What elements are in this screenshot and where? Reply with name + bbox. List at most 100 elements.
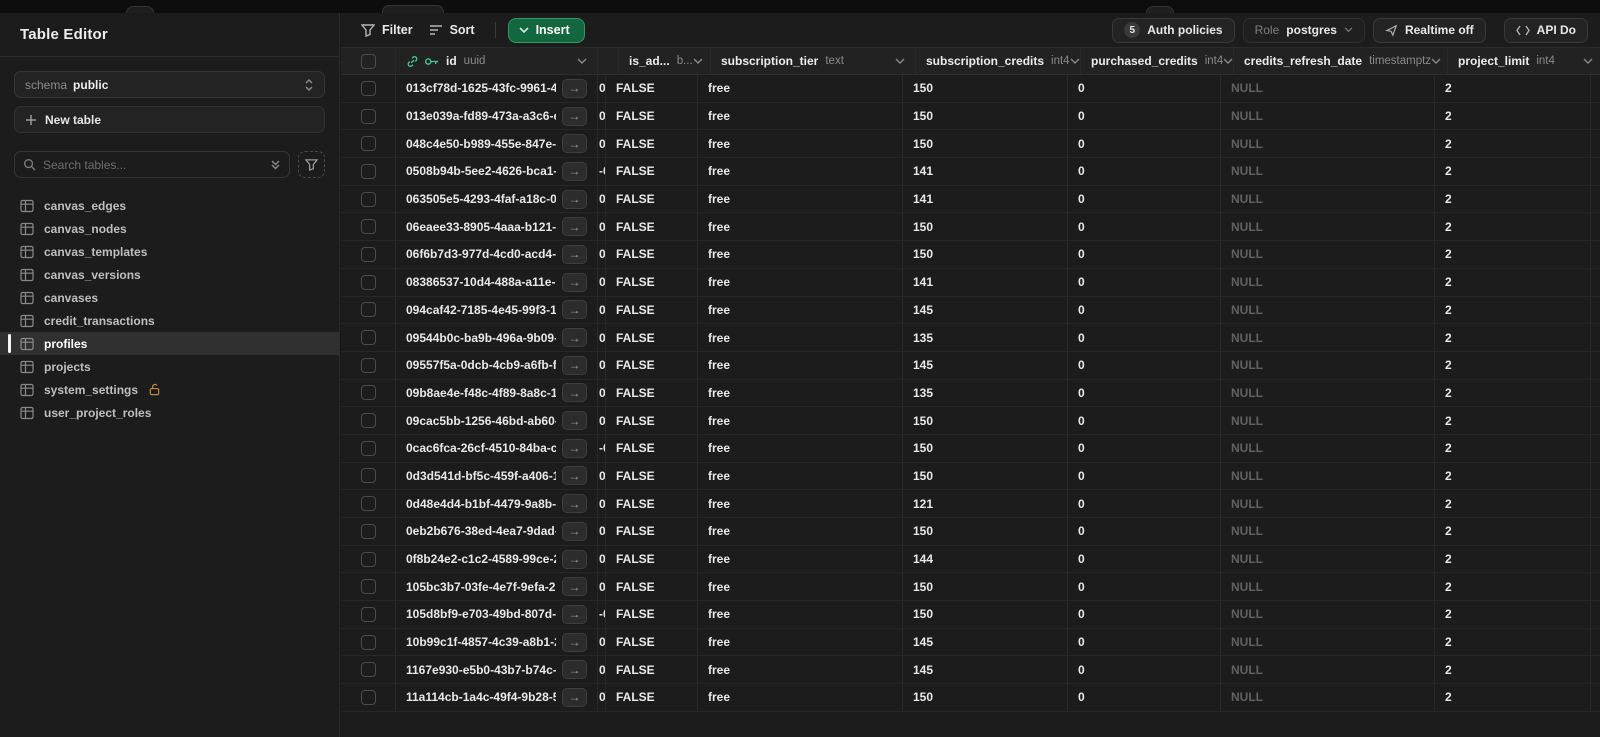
cell-credits-refresh-date[interactable]: NULL bbox=[1221, 684, 1435, 711]
cell-clipped[interactable]: 0( bbox=[598, 545, 606, 573]
cell-clipped[interactable]: 0( bbox=[598, 130, 606, 158]
cell-subscription-credits[interactable]: 145 bbox=[903, 628, 1068, 656]
cell-project-limit[interactable]: 2 bbox=[1435, 518, 1591, 545]
insert-button[interactable]: Insert bbox=[507, 17, 585, 43]
cell-credits-refresh-date[interactable]: NULL bbox=[1221, 241, 1435, 268]
column-header-is_admin[interactable]: is_ad... b... bbox=[619, 48, 711, 74]
row-checkbox[interactable] bbox=[360, 496, 376, 512]
cell-subscription-credits[interactable]: 150 bbox=[903, 241, 1068, 268]
column-header-frag[interactable] bbox=[598, 48, 619, 74]
cell-purchased-credits[interactable]: 0 bbox=[1068, 296, 1221, 324]
cell-is-admin[interactable]: FALSE bbox=[606, 518, 698, 545]
cell-clipped[interactable]: 0( bbox=[598, 684, 606, 711]
expand-row-button[interactable]: → bbox=[562, 134, 587, 154]
cell-id[interactable]: 09544b0c-ba9b-496a-9b09-244... → bbox=[396, 324, 598, 351]
cell-id[interactable]: 063505e5-4293-4faf-a18c-0e65b... → bbox=[396, 185, 598, 213]
api-docs-button[interactable]: API Do bbox=[1503, 17, 1588, 43]
row-checkbox[interactable] bbox=[360, 108, 376, 124]
cell-purchased-credits[interactable]: 0 bbox=[1068, 268, 1221, 296]
cell-credits-refresh-date[interactable]: NULL bbox=[1221, 656, 1435, 684]
cell-id[interactable]: 0508b94b-5ee2-4626-bca1-4bca... → bbox=[396, 158, 598, 185]
cell-clipped[interactable]: 0( bbox=[598, 407, 606, 434]
cell-purchased-credits[interactable]: 0 bbox=[1068, 490, 1221, 517]
cell-purchased-credits[interactable]: 0 bbox=[1068, 241, 1221, 268]
cell-subscription-tier[interactable]: free bbox=[698, 462, 903, 490]
cell-subscription-credits[interactable]: 150 bbox=[903, 684, 1068, 711]
cell-project-limit[interactable]: 2 bbox=[1435, 628, 1591, 656]
expand-row-button[interactable]: → bbox=[562, 328, 587, 348]
cell-subscription-credits[interactable]: 135 bbox=[903, 379, 1068, 407]
cell-clipped-last[interactable]: NU bbox=[1591, 518, 1600, 545]
sidebar-item-canvas_versions[interactable]: canvas_versions bbox=[0, 263, 339, 286]
cell-clipped-last[interactable]: NU bbox=[1591, 103, 1600, 130]
cell-clipped-last[interactable]: NU bbox=[1591, 75, 1600, 102]
cell-subscription-credits[interactable]: 150 bbox=[903, 213, 1068, 241]
cell-clipped-last[interactable]: NU bbox=[1591, 601, 1600, 628]
cell-subscription-credits[interactable]: 141 bbox=[903, 158, 1068, 185]
column-header-tier[interactable]: subscription_tier text bbox=[711, 48, 916, 74]
cell-credits-refresh-date[interactable]: NULL bbox=[1221, 628, 1435, 656]
realtime-toggle-button[interactable]: Realtime off bbox=[1372, 17, 1486, 43]
cell-subscription-tier[interactable]: free bbox=[698, 573, 903, 601]
cell-clipped-last[interactable]: NU bbox=[1591, 130, 1600, 157]
cell-is-admin[interactable]: FALSE bbox=[606, 407, 698, 434]
cell-purchased-credits[interactable]: 0 bbox=[1068, 434, 1221, 462]
cell-project-limit[interactable]: 2 bbox=[1435, 684, 1591, 711]
cell-id[interactable]: 08386537-10d4-488a-a11e-eb5a6... → bbox=[396, 268, 598, 296]
expand-row-button[interactable]: → bbox=[562, 521, 587, 541]
cell-project-limit[interactable]: 2 bbox=[1435, 102, 1591, 130]
sort-button[interactable]: Sort bbox=[421, 18, 483, 42]
cell-purchased-credits[interactable]: 0 bbox=[1068, 573, 1221, 601]
cell-project-limit[interactable]: 2 bbox=[1435, 296, 1591, 324]
sidebar-item-canvases[interactable]: canvases bbox=[0, 286, 339, 309]
expand-row-button[interactable]: → bbox=[562, 300, 587, 320]
cell-project-limit[interactable]: 2 bbox=[1435, 158, 1591, 185]
cell-subscription-tier[interactable]: free bbox=[698, 684, 903, 711]
cell-clipped[interactable]: 0 bbox=[598, 324, 606, 351]
cell-id[interactable]: 048c4e50-b989-455e-847e-fb2f... → bbox=[396, 130, 598, 158]
cell-credits-refresh-date[interactable]: NULL bbox=[1221, 324, 1435, 351]
cell-credits-refresh-date[interactable]: NULL bbox=[1221, 573, 1435, 601]
cell-purchased-credits[interactable]: 0 bbox=[1068, 462, 1221, 490]
cell-subscription-tier[interactable]: free bbox=[698, 601, 903, 628]
cell-clipped[interactable]: 0( bbox=[598, 241, 606, 268]
cell-clipped-last[interactable]: NU bbox=[1591, 656, 1600, 683]
cell-project-limit[interactable]: 2 bbox=[1435, 241, 1591, 268]
cell-purchased-credits[interactable]: 0 bbox=[1068, 407, 1221, 434]
expand-row-button[interactable]: → bbox=[562, 272, 587, 292]
schema-select[interactable]: schema public bbox=[14, 71, 325, 98]
cell-subscription-tier[interactable]: free bbox=[698, 628, 903, 656]
cell-purchased-credits[interactable]: 0 bbox=[1068, 601, 1221, 628]
cell-project-limit[interactable]: 2 bbox=[1435, 185, 1591, 213]
cell-id[interactable]: 013e039a-fd89-473a-a3c6-ccfa9... → bbox=[396, 102, 598, 130]
cell-project-limit[interactable]: 2 bbox=[1435, 351, 1591, 379]
cell-purchased-credits[interactable]: 0 bbox=[1068, 656, 1221, 684]
cell-subscription-tier[interactable]: free bbox=[698, 185, 903, 213]
cell-project-limit[interactable]: 2 bbox=[1435, 462, 1591, 490]
cell-clipped-last[interactable]: NU bbox=[1591, 297, 1600, 324]
cell-id[interactable]: 013cf78d-1625-43fc-9961-442189... → bbox=[396, 75, 598, 102]
sidebar-item-canvas_templates[interactable]: canvas_templates bbox=[0, 240, 339, 263]
cell-is-admin[interactable]: FALSE bbox=[606, 490, 698, 517]
cell-clipped-last[interactable]: NU bbox=[1591, 158, 1600, 185]
cell-subscription-tier[interactable]: free bbox=[698, 75, 903, 102]
filter-button[interactable]: Filter bbox=[353, 18, 421, 42]
cell-id[interactable]: 10b99c1f-4857-4c39-a8b1-263b8... → bbox=[396, 628, 598, 656]
row-checkbox[interactable] bbox=[360, 662, 376, 678]
expand-row-button[interactable]: → bbox=[562, 355, 587, 375]
sidebar-item-system_settings[interactable]: system_settings bbox=[0, 378, 339, 401]
auth-policies-button[interactable]: 5 Auth policies bbox=[1112, 17, 1235, 43]
cell-credits-refresh-date[interactable]: NULL bbox=[1221, 379, 1435, 407]
cell-subscription-credits[interactable]: 150 bbox=[903, 102, 1068, 130]
expand-row-button[interactable]: → bbox=[562, 687, 587, 707]
cell-project-limit[interactable]: 2 bbox=[1435, 268, 1591, 296]
cell-clipped[interactable]: 0 bbox=[598, 213, 606, 241]
cell-clipped-last[interactable]: NU bbox=[1591, 684, 1600, 711]
cell-is-admin[interactable]: FALSE bbox=[606, 656, 698, 684]
cell-is-admin[interactable]: FALSE bbox=[606, 185, 698, 213]
cell-credits-refresh-date[interactable]: NULL bbox=[1221, 185, 1435, 213]
cell-subscription-tier[interactable]: free bbox=[698, 158, 903, 185]
cell-purchased-credits[interactable]: 0 bbox=[1068, 684, 1221, 711]
cell-id[interactable]: 09557f5a-0dcb-4cb9-a6fb-fff366... → bbox=[396, 351, 598, 379]
cell-is-admin[interactable]: FALSE bbox=[606, 462, 698, 490]
